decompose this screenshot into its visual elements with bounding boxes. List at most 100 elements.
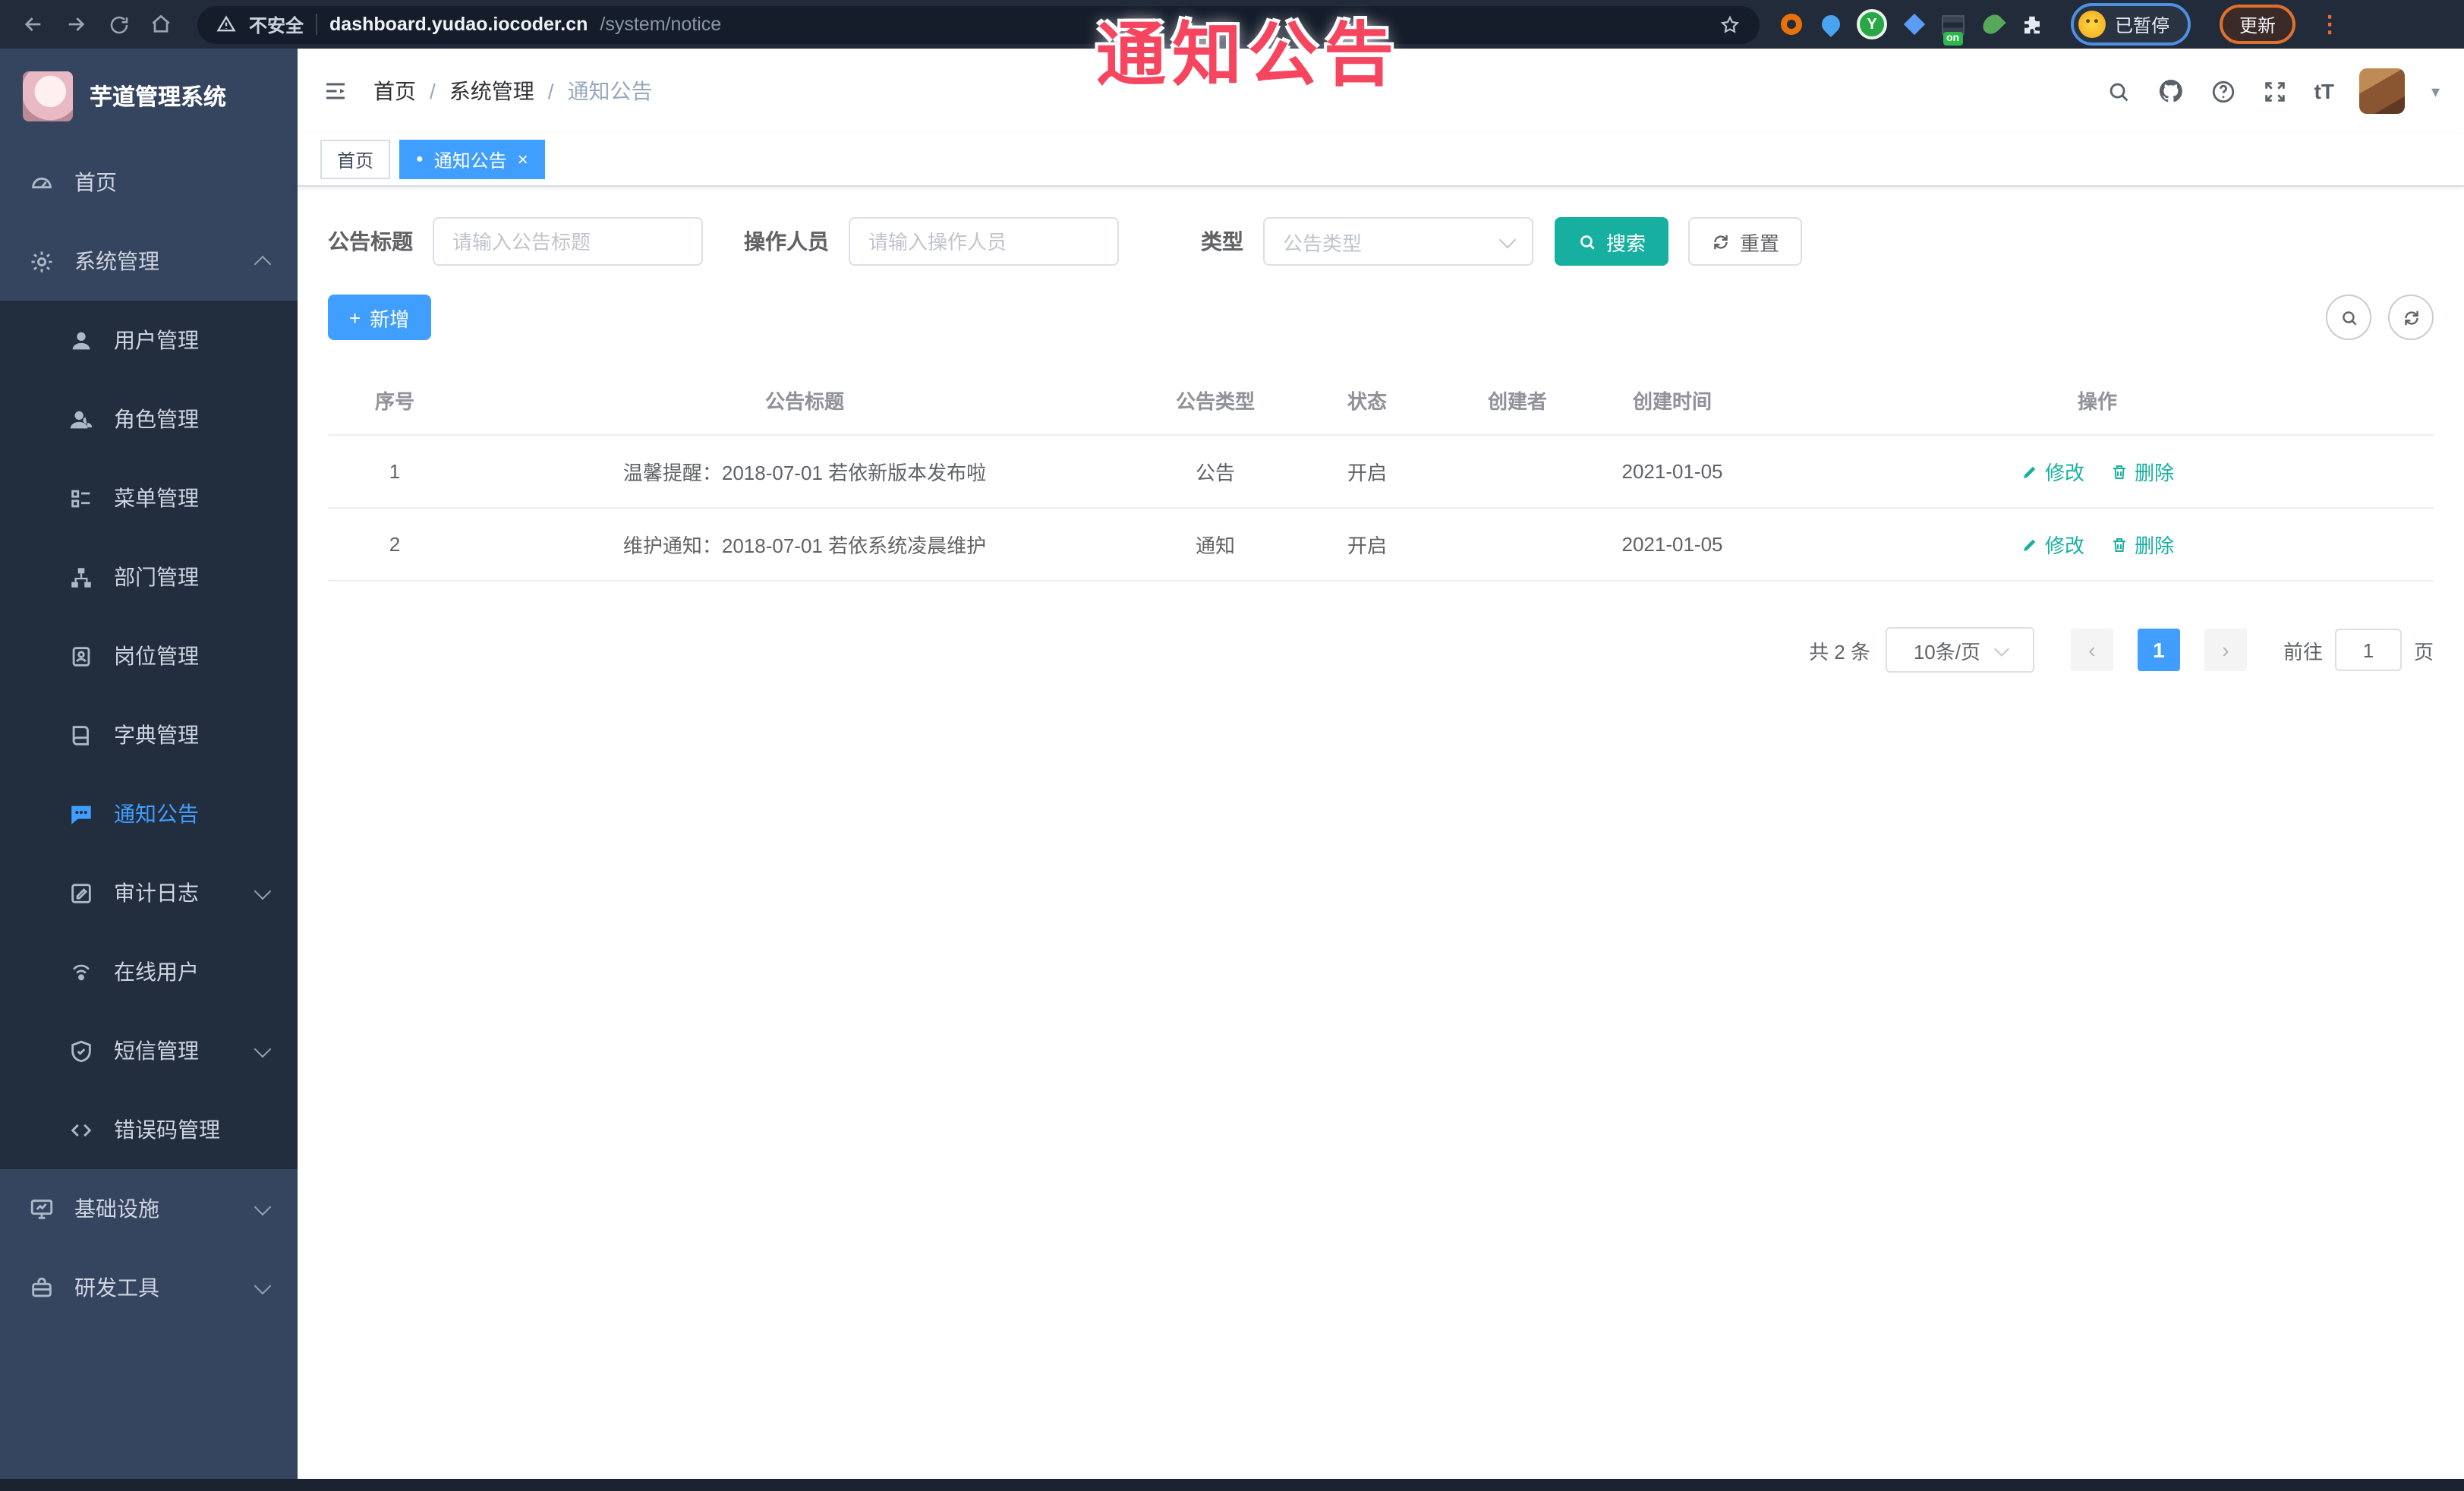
tab-close-icon[interactable]: × [518,150,528,169]
browser-forward-icon[interactable] [58,6,94,43]
refresh-icon [2404,310,2418,325]
extension-on-badge: on [1943,31,1963,45]
refresh-table-button[interactable] [2388,295,2434,340]
extension-green-circle-icon[interactable]: Y [1857,9,1887,39]
sidebar-item-notice-announcement[interactable]: 通知公告 [0,774,298,853]
browser-home-icon[interactable] [143,6,179,43]
col-status: 状态 [1347,389,1387,412]
font-size-icon[interactable]: tT [2314,79,2334,103]
sidebar-item-audit-log[interactable]: 审计日志 [0,853,298,932]
dashboard-icon [32,176,52,188]
extension-letter: Y [1867,16,1877,33]
sidebar-item-error-code-management[interactable]: 错误码管理 [0,1090,298,1169]
prev-page-button[interactable]: ‹ [2070,629,2113,671]
browser-extensions: Y on 已暂停 更新 ⋮ [1778,3,2341,46]
active-dot-icon: ● [416,152,424,165]
tab-notice-announcement[interactable]: ● 通知公告 × [399,140,545,179]
extension-orange-donut-icon[interactable] [1778,11,1804,37]
magnifier-icon [2342,310,2356,325]
extension-map-pin-icon[interactable] [1817,11,1843,37]
avatar-caret-down-icon[interactable]: ▾ [2431,81,2440,101]
profile-paused-chip[interactable]: 已暂停 [2071,3,2191,46]
delete-link[interactable]: 删除 [2110,530,2174,559]
app-title: 芋道管理系统 [90,84,227,110]
page-size-select[interactable]: 10条/页 [1885,627,2034,673]
sidebar-item-system-management[interactable]: 系统管理 [0,222,298,301]
cell-no: 1 [389,460,401,483]
title-filter-input[interactable] [433,217,703,266]
edit-link[interactable]: 修改 [2021,530,2084,559]
edit-label: 修改 [2044,534,2084,557]
chevron-down-icon [254,881,272,900]
table-toolbar: + 新增 [328,295,2434,340]
cell-no: 2 [389,533,401,556]
delete-label: 删除 [2135,462,2175,484]
sidebar-fold-icon[interactable] [322,77,349,105]
user-avatar[interactable] [2359,68,2406,114]
sidebar-item-label: 短信管理 [114,1039,199,1063]
edit-link[interactable]: 修改 [2021,457,2084,486]
operator-filter-input[interactable] [849,217,1119,266]
sidebar-item-user-management[interactable]: 用户管理 [0,301,298,380]
sidebar-item-dict-management[interactable]: 字典管理 [0,695,298,774]
delete-link[interactable]: 删除 [2110,457,2174,486]
chevron-down-icon [254,1276,272,1294]
browser-update-button[interactable]: 更新 [2220,5,2296,44]
delete-label: 删除 [2135,534,2175,557]
goto-page-input[interactable] [2334,629,2402,671]
add-button[interactable]: + 新增 [328,295,431,340]
help-icon[interactable] [2211,78,2237,104]
gear-icon [31,251,52,272]
cell-actions: 修改 删除 [1761,457,2434,486]
sidebar-item-online-users[interactable]: 在线用户 [0,932,298,1011]
sidebar-item-dept-management[interactable]: 部门管理 [0,537,298,616]
pencil-icon [2023,538,2036,550]
sidebar-item-label: 通知公告 [114,802,199,826]
sidebar-item-home[interactable]: 首页 [0,143,298,222]
breadcrumb-system[interactable]: 系统管理 [449,76,534,106]
sidebar-item-dev-tools[interactable]: 研发工具 [0,1248,298,1327]
browser-back-icon[interactable] [15,6,52,43]
reset-button[interactable]: 重置 [1688,217,1803,266]
cell-type: 通知 [1195,534,1235,557]
sidebar-item-menu-management[interactable]: 菜单管理 [0,459,298,537]
online-signal-icon [72,963,90,980]
sidebar-item-infrastructure[interactable]: 基础设施 [0,1169,298,1248]
extension-switchy-icon[interactable]: on [1940,11,1966,45]
breadcrumb: 首页 / 系统管理 / 通知公告 [373,76,653,106]
browser-reload-icon[interactable] [100,6,137,43]
current-page-button[interactable]: 1 [2137,629,2180,671]
sidebar-logo-row[interactable]: 芋道管理系统 [0,49,298,143]
fullscreen-icon[interactable] [2263,78,2289,104]
search-button[interactable]: 搜索 [1555,217,1669,266]
github-icon[interactable] [2158,77,2185,105]
sidebar-item-role-management[interactable]: 角色管理 [0,380,298,459]
tab-home[interactable]: 首页 [320,140,391,179]
type-select-placeholder: 公告类型 [1283,232,1363,254]
sidebar-item-sms-management[interactable]: 短信管理 [0,1011,298,1090]
id-badge-icon [72,646,90,666]
operator-filter-label: 操作人员 [744,229,829,254]
search-button-label: 搜索 [1606,232,1646,254]
page-content: 公告标题 操作人员 类型 公告类型 搜索 [298,187,2464,1479]
browser-menu-kebab-icon[interactable]: ⋮ [2318,11,2341,38]
extensions-puzzle-icon[interactable] [2019,11,2045,37]
pencil-icon [2023,465,2036,478]
table-tools [2326,295,2434,340]
extension-diamond-icon[interactable] [1901,11,1927,37]
search-icon[interactable] [2106,78,2132,104]
goto-unit-label: 页 [2413,640,2434,663]
next-page-button[interactable]: › [2204,629,2247,671]
breadcrumb-home[interactable]: 首页 [373,76,416,106]
extension-sprout-icon[interactable] [1979,11,2006,38]
toggle-search-button[interactable] [2326,295,2371,340]
bookmark-star-icon[interactable] [1719,13,1741,36]
chat-bubble-icon [71,805,91,824]
address-divider [316,14,318,35]
sidebar-item-post-management[interactable]: 岗位管理 [0,616,298,695]
address-bar[interactable]: 不安全 dashboard.yudao.iocoder.cn/system/no… [197,5,1760,43]
type-filter-select[interactable]: 公告类型 [1263,217,1533,266]
sidebar-item-label: 错误码管理 [114,1117,220,1142]
add-button-label: 新增 [370,307,410,330]
page-size-value: 10条/页 [1913,640,1980,663]
